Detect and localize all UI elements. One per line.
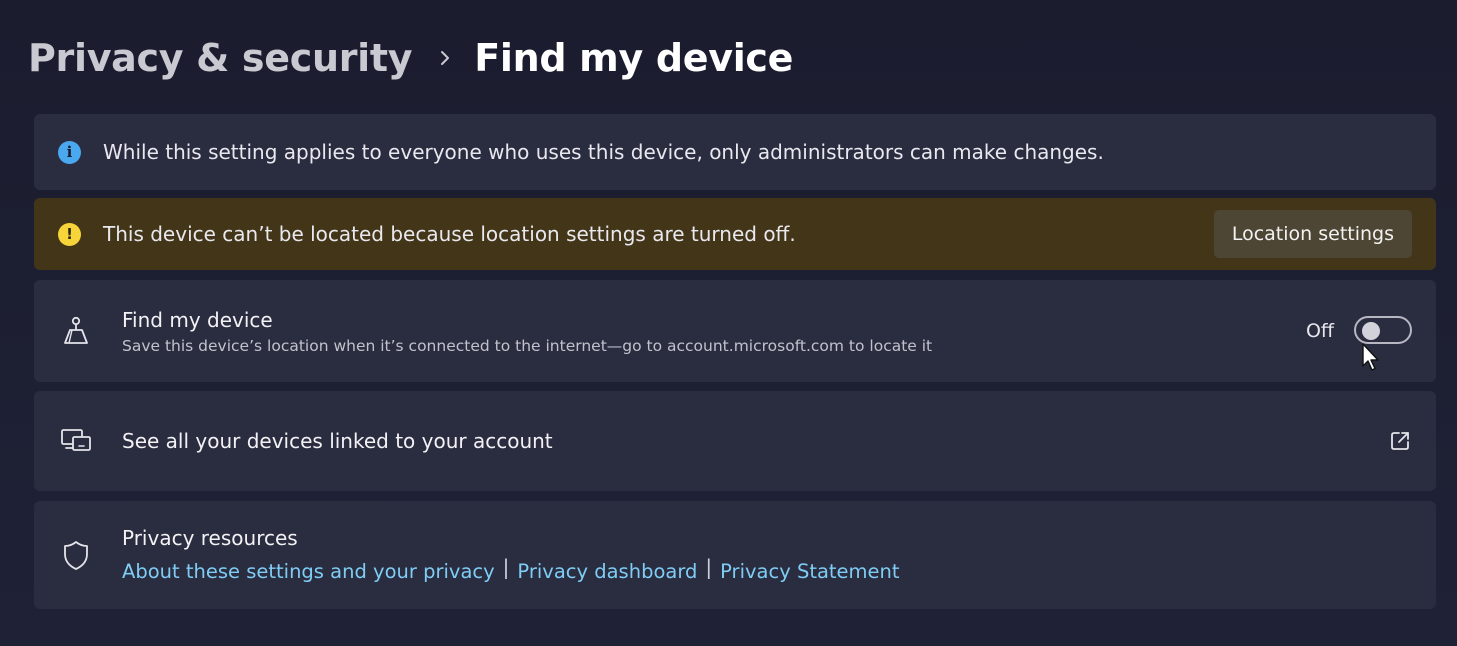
warning-bar-text: This device can’t be located because loc… — [103, 222, 796, 246]
link-separator: | — [705, 555, 713, 579]
location-settings-button[interactable]: Location settings — [1213, 210, 1412, 258]
toggle-state-label: Off — [1305, 320, 1334, 342]
find-my-device-row: Find my device Save this device’s locati… — [34, 280, 1436, 382]
toggle-knob — [1362, 322, 1380, 340]
find-my-device-toggle[interactable] — [1354, 316, 1412, 344]
info-icon: i — [58, 140, 81, 164]
link-privacy-statement[interactable]: Privacy Statement — [720, 560, 899, 583]
breadcrumb-parent-privacy-security[interactable]: Privacy & security — [28, 36, 413, 80]
info-bar: i While this setting applies to everyone… — [34, 114, 1436, 190]
location-person-icon — [60, 315, 92, 347]
link-separator: | — [502, 555, 510, 579]
info-bar-text: While this setting applies to everyone w… — [103, 140, 1104, 164]
privacy-resources-title: Privacy resources — [122, 526, 298, 550]
page-title: Find my device — [474, 36, 794, 80]
shield-icon — [60, 539, 92, 571]
find-my-device-description: Save this device’s location when it’s co… — [122, 337, 933, 355]
devices-icon — [60, 425, 92, 457]
breadcrumb: Privacy & security Find my device — [28, 30, 793, 86]
link-about-settings-privacy[interactable]: About these settings and your privacy — [122, 560, 495, 583]
find-my-device-title: Find my device — [122, 308, 273, 332]
warning-bar: ! This device can’t be located because l… — [34, 198, 1436, 270]
linked-devices-title: See all your devices linked to your acco… — [122, 429, 553, 453]
link-privacy-dashboard[interactable]: Privacy dashboard — [517, 560, 697, 583]
chevron-right-icon — [438, 48, 452, 68]
linked-devices-row[interactable]: See all your devices linked to your acco… — [34, 391, 1436, 491]
privacy-links: About these settings and your privacy | … — [122, 555, 900, 583]
privacy-resources-row: Privacy resources About these settings a… — [34, 501, 1436, 609]
warning-icon: ! — [58, 222, 81, 246]
mouse-cursor-icon — [1361, 342, 1381, 372]
external-link-icon[interactable] — [1388, 429, 1412, 453]
